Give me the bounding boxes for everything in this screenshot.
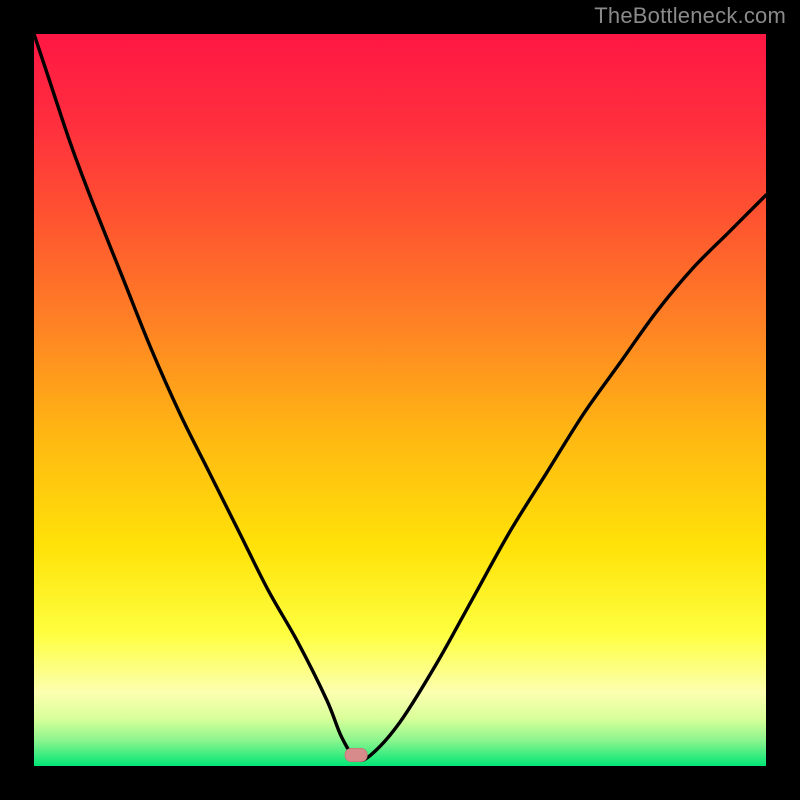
- optimal-marker: [345, 749, 367, 762]
- bottleneck-chart: [0, 0, 800, 800]
- attribution-text: TheBottleneck.com: [594, 3, 786, 29]
- plot-area: [34, 34, 766, 766]
- chart-container: TheBottleneck.com: [0, 0, 800, 800]
